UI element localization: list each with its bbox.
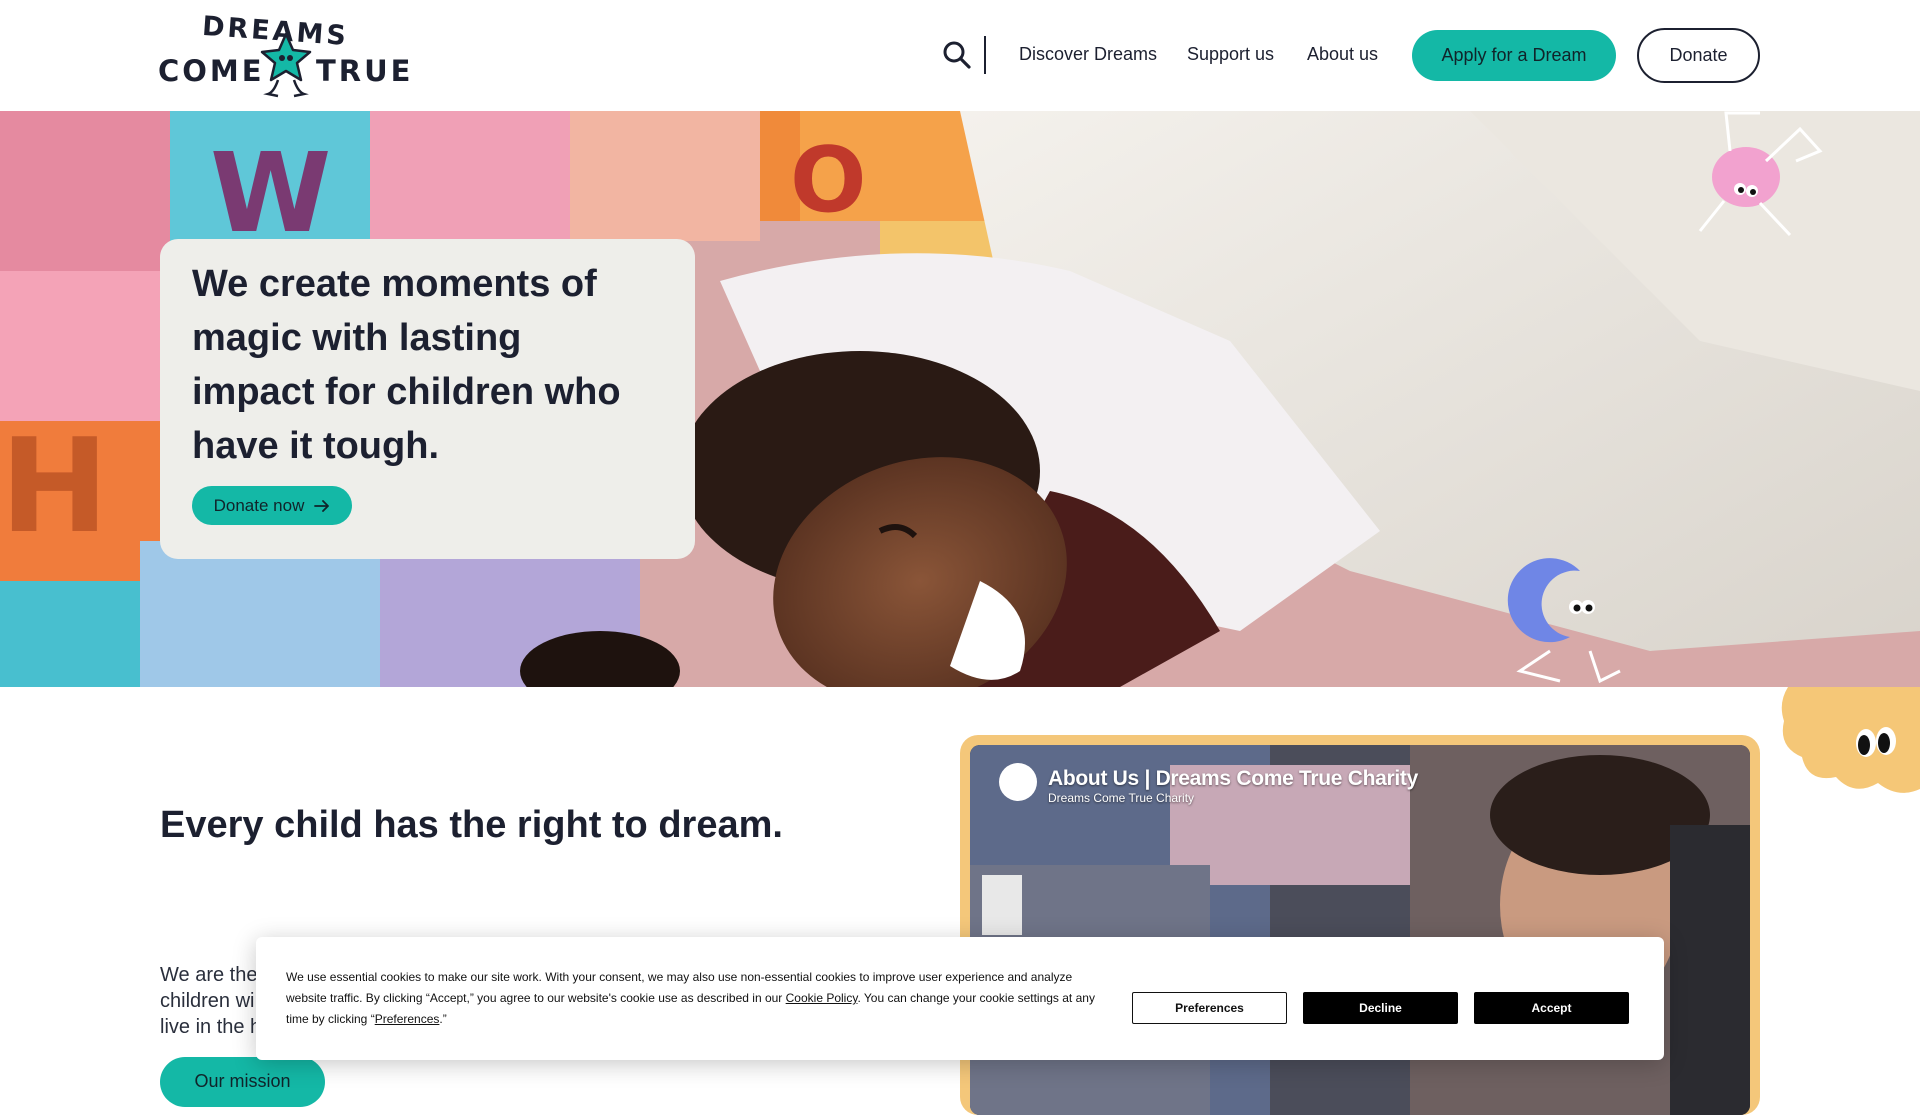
hero-card: We create moments of magic with lasting … — [160, 239, 695, 559]
nav-discover-dreams[interactable]: Discover Dreams — [1019, 44, 1157, 65]
cookie-message: We use essential cookies to make our sit… — [286, 967, 1106, 1030]
mission-body-line: We are the — [160, 964, 258, 986]
svg-text:H: H — [0, 410, 109, 562]
svg-text:W: W — [210, 129, 331, 257]
star-mascot-icon — [260, 32, 312, 98]
channel-avatar[interactable] — [999, 763, 1037, 801]
svg-text:O: O — [790, 128, 867, 233]
site-header: DREAMS COME TRUE Discover Dreams Support… — [0, 0, 1920, 111]
cookie-policy-link[interactable]: Cookie Policy — [786, 991, 858, 1005]
search-icon[interactable] — [942, 40, 972, 70]
cookie-banner: We use essential cookies to make our sit… — [256, 937, 1664, 1060]
hero-section: W O H We create moments of magic with la… — [0, 111, 1920, 687]
cookie-decline-button[interactable]: Decline — [1303, 992, 1458, 1024]
cookie-preferences-button[interactable]: Preferences — [1132, 992, 1287, 1024]
donate-now-label: Donate now — [213, 495, 305, 515]
donate-now-button[interactable]: Donate now — [192, 486, 352, 525]
donate-button[interactable]: Donate — [1637, 28, 1760, 83]
hero-heading: We create moments of magic with lasting … — [192, 263, 621, 467]
our-mission-button[interactable]: Our mission — [160, 1057, 325, 1107]
nav-support-us[interactable]: Support us — [1187, 44, 1274, 65]
arrow-right-icon — [314, 499, 330, 512]
mission-body: We are the children wi live in the h — [160, 962, 260, 1040]
cloud-mascot-icon — [1781, 687, 1920, 793]
apply-for-dream-button[interactable]: Apply for a Dream — [1412, 30, 1616, 81]
preferences-link[interactable]: Preferences — [375, 1012, 440, 1026]
mission-heading: Every child has the right to dream. — [160, 804, 783, 846]
logo-text-true: TRUE — [316, 54, 414, 88]
video-channel[interactable]: Dreams Come True Charity — [1048, 791, 1194, 805]
logo-text-come: COME — [158, 54, 265, 88]
cookie-accept-button[interactable]: Accept — [1474, 992, 1629, 1024]
mission-body-line: live in the h — [160, 1016, 260, 1038]
video-title[interactable]: About Us | Dreams Come True Charity — [1048, 767, 1418, 791]
site-logo[interactable]: DREAMS COME TRUE — [158, 11, 418, 100]
nav-divider — [984, 36, 986, 74]
mission-body-line: children wi — [160, 990, 255, 1012]
cookie-text-part: .” — [439, 1012, 447, 1026]
nav-about-us[interactable]: About us — [1307, 44, 1378, 65]
